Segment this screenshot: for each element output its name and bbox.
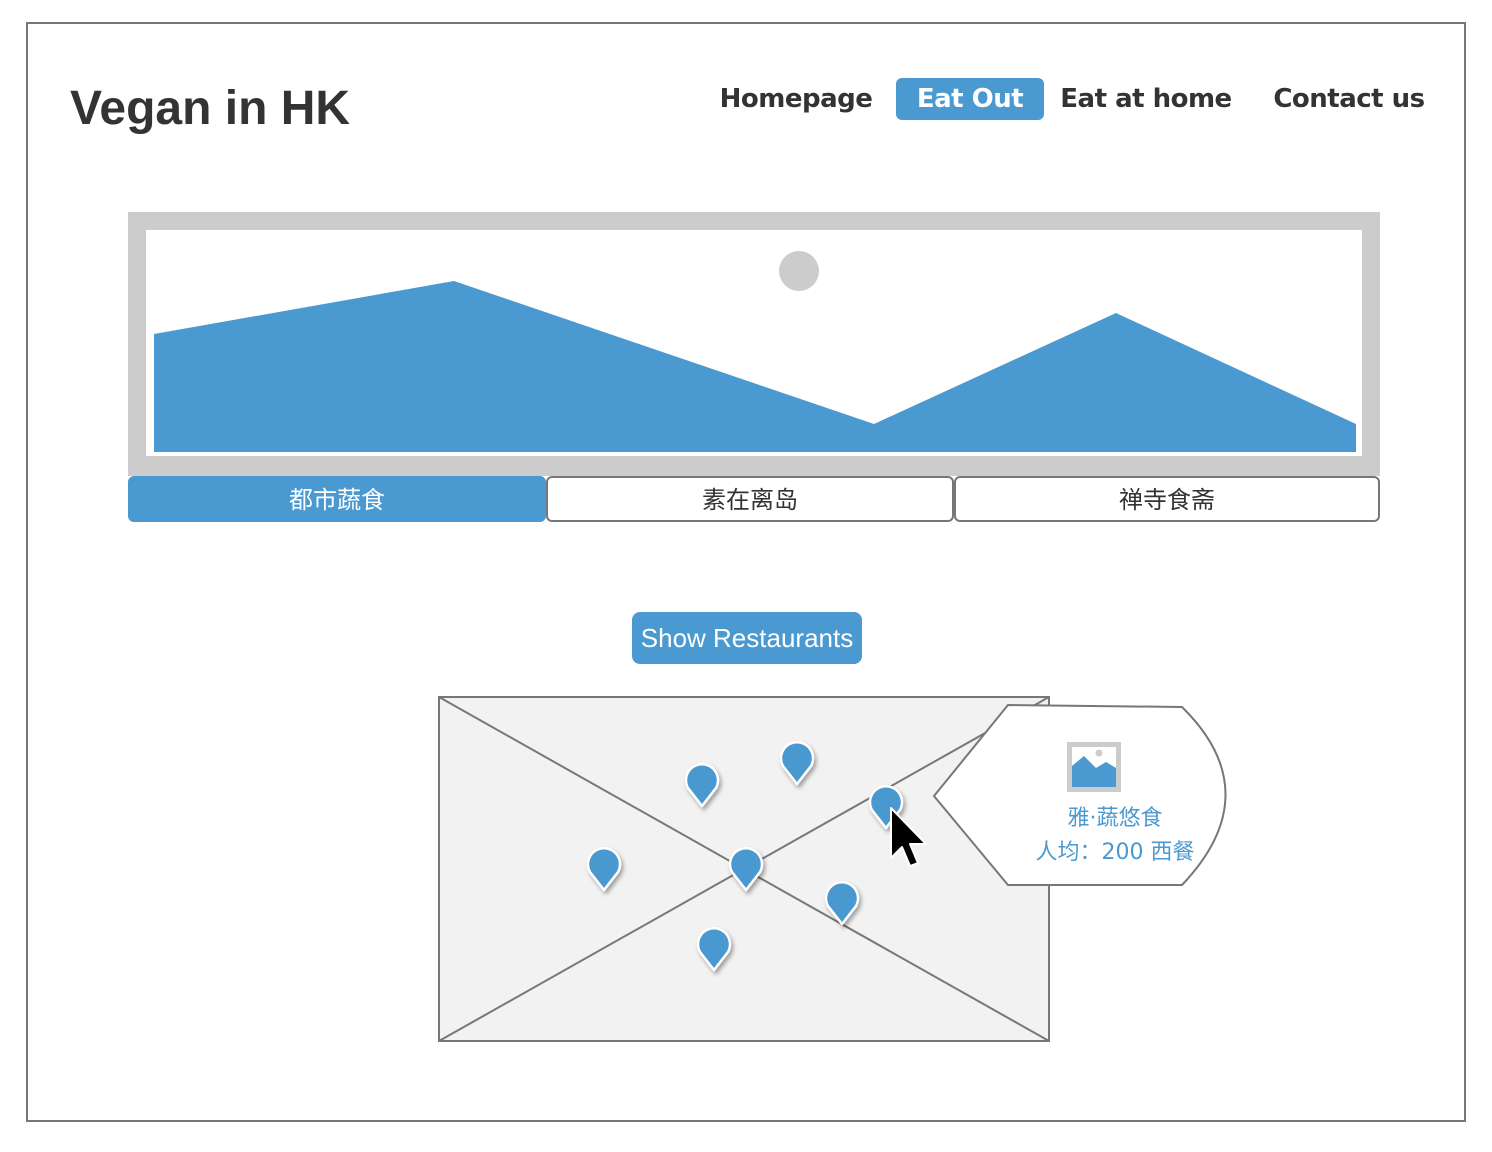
- hero-image-canvas: [146, 230, 1362, 456]
- popup-restaurant-detail: 人均：200 西餐: [1035, 840, 1195, 865]
- nav-eat-at-home[interactable]: Eat at home: [1060, 78, 1232, 120]
- nav-eat-out[interactable]: Eat Out: [896, 78, 1044, 120]
- mouse-cursor-icon: [890, 807, 927, 867]
- tab-urban-vegan[interactable]: 都市蔬食: [128, 476, 546, 522]
- nav-homepage[interactable]: Homepage: [716, 78, 876, 120]
- nav-contact-us[interactable]: Contact us: [1270, 78, 1428, 120]
- tab-temple-vegetarian[interactable]: 禅寺食斋: [954, 476, 1380, 522]
- show-restaurants-button[interactable]: Show Restaurants: [632, 612, 862, 664]
- site-logo-title[interactable]: Vegan in HK: [70, 78, 350, 140]
- mountains-shape: [154, 281, 1356, 452]
- image-placeholder-icon: [1067, 742, 1121, 792]
- hero-image-placeholder: [128, 212, 1380, 476]
- popup-restaurant-name: 雅·蔬悠食: [1067, 806, 1163, 831]
- landscape-image-icon: [154, 251, 1356, 452]
- restaurant-popup[interactable]: 雅·蔬悠食 人均：200 西餐: [930, 704, 1230, 888]
- tab-outlying-islands[interactable]: 素在离岛: [546, 476, 954, 522]
- sun-shape: [779, 251, 819, 291]
